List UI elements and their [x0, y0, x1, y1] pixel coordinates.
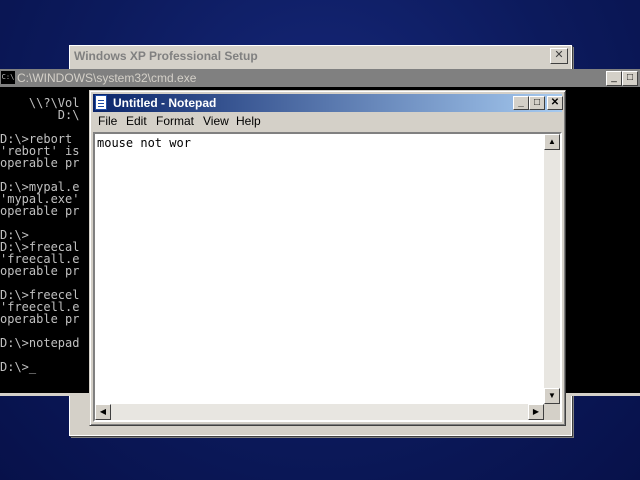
- notepad-icon: [95, 95, 107, 110]
- scroll-down-icon[interactable]: ▼: [544, 388, 560, 404]
- menu-view[interactable]: View: [203, 114, 229, 129]
- console-line: D:\>_: [0, 360, 37, 374]
- setup-window-title: Windows XP Professional Setup: [70, 46, 571, 66]
- vertical-scrollbar[interactable]: ▲ ▼: [544, 134, 560, 404]
- notepad-minimize-button[interactable]: _: [513, 96, 529, 110]
- scroll-up-icon[interactable]: ▲: [544, 134, 560, 150]
- console-line: operable pr: [0, 312, 80, 326]
- cmd-titlebar[interactable]: C:\ C:\WINDOWS\system32\cmd.exe _ □: [0, 69, 640, 87]
- size-grip[interactable]: [544, 404, 560, 420]
- notepad-window[interactable]: Untitled - Notepad _ □ ✕ File Edit Forma…: [89, 90, 566, 426]
- menu-file[interactable]: File: [98, 114, 117, 129]
- notepad-menubar: File Edit Format View Help: [93, 112, 562, 131]
- cmd-icon: C:\: [1, 71, 15, 84]
- notepad-close-button[interactable]: ✕: [547, 96, 563, 110]
- notepad-maximize-button[interactable]: □: [529, 96, 545, 110]
- menu-help[interactable]: Help: [236, 114, 261, 129]
- notepad-text-area[interactable]: mouse not wor ▲ ▼ ◀ ▶: [93, 132, 562, 422]
- cmd-minimize-button[interactable]: _: [606, 71, 622, 86]
- scroll-right-icon[interactable]: ▶: [528, 404, 544, 420]
- menu-format[interactable]: Format: [156, 114, 194, 129]
- menu-edit[interactable]: Edit: [126, 114, 147, 129]
- cmd-maximize-button[interactable]: □: [622, 71, 638, 86]
- cmd-window-title: C:\WINDOWS\system32\cmd.exe: [17, 71, 197, 85]
- console-line: operable pr: [0, 204, 80, 218]
- console-line: D:\>notepad: [0, 336, 80, 350]
- notepad-window-title: Untitled - Notepad: [113, 96, 217, 110]
- notepad-content[interactable]: mouse not wor: [97, 136, 191, 150]
- notepad-titlebar[interactable]: Untitled - Notepad _ □ ✕: [93, 94, 563, 112]
- scroll-left-icon[interactable]: ◀: [95, 404, 111, 420]
- console-line: operable pr: [0, 264, 80, 278]
- console-line: operable pr: [0, 156, 80, 170]
- setup-close-button[interactable]: ✕: [550, 48, 568, 64]
- horizontal-scrollbar[interactable]: ◀ ▶: [95, 404, 544, 420]
- console-line: D:\: [0, 108, 80, 122]
